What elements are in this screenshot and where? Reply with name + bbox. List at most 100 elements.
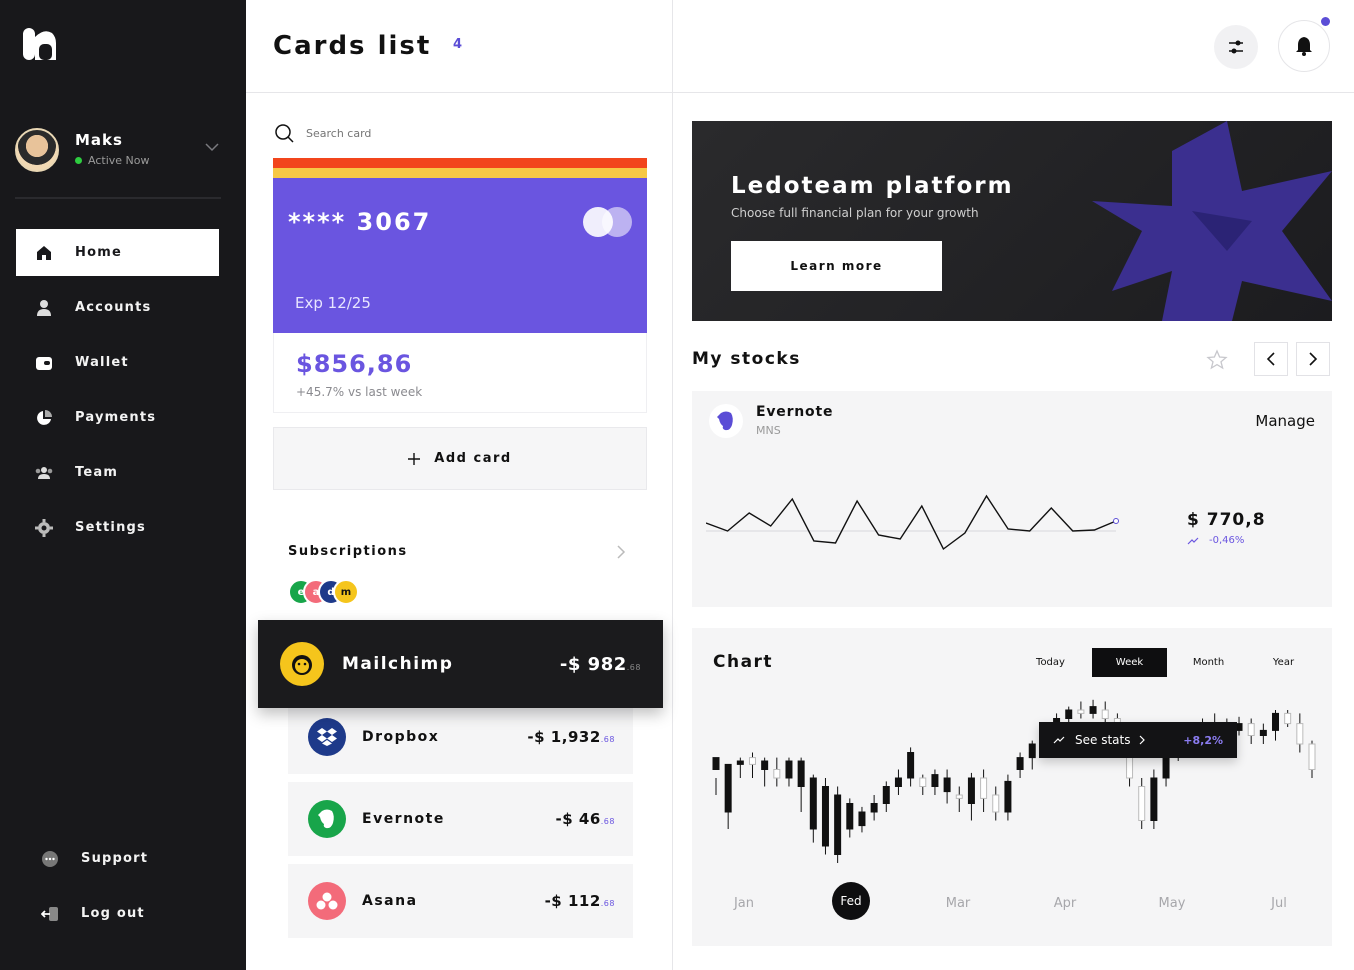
tab-week[interactable]: Week bbox=[1092, 648, 1167, 677]
chevron-down-icon[interactable] bbox=[205, 142, 219, 152]
candle bbox=[821, 778, 829, 855]
tooltip-value: +8,2% bbox=[1183, 733, 1223, 747]
next-button[interactable] bbox=[1296, 342, 1330, 376]
subscription-item-evernote[interactable]: Evernote -$ 46.68 bbox=[288, 782, 633, 856]
candle-body bbox=[736, 760, 744, 765]
subscription-price: -$ 982.68 bbox=[559, 653, 641, 675]
add-card-button[interactable]: Add card bbox=[273, 427, 647, 490]
bell-icon bbox=[1296, 37, 1312, 56]
user-name: Maks bbox=[75, 131, 123, 149]
candlestick-chart[interactable] bbox=[692, 683, 1332, 873]
tooltip-label: See stats bbox=[1075, 733, 1131, 747]
candle-body bbox=[1101, 709, 1109, 719]
bank-card[interactable]: **** 3067 Exp 12/25 bbox=[273, 178, 647, 333]
subscription-item-dropbox[interactable]: Dropbox -$ 1,932.68 bbox=[288, 700, 633, 774]
candle bbox=[919, 774, 927, 795]
candle-body bbox=[712, 757, 720, 770]
app-root: Maks Active Now Home Accounts Wallet Pay… bbox=[0, 0, 1354, 970]
nav-item-payments[interactable]: Payments bbox=[16, 394, 219, 441]
manage-link[interactable]: Manage bbox=[1255, 412, 1315, 430]
candle bbox=[1089, 699, 1097, 719]
candle bbox=[846, 798, 854, 838]
stock-company: Evernote bbox=[756, 404, 834, 420]
mailchimp-icon bbox=[280, 642, 324, 686]
candle-body bbox=[846, 803, 854, 830]
month-jul[interactable]: Jul bbox=[1271, 896, 1287, 911]
nav-item-wallet[interactable]: Wallet bbox=[16, 339, 219, 386]
gear-icon bbox=[34, 518, 54, 538]
stock-price: $ 770,8 bbox=[1187, 510, 1266, 530]
trend-icon bbox=[1187, 537, 1199, 544]
chevron-right-icon[interactable] bbox=[616, 545, 626, 559]
tab-year[interactable]: Year bbox=[1246, 648, 1321, 677]
stock-ticker: MNS bbox=[756, 424, 781, 437]
candle-body bbox=[1016, 757, 1024, 770]
subscriptions-title: Subscriptions bbox=[288, 544, 408, 559]
tab-today[interactable]: Today bbox=[1013, 648, 1088, 677]
logo-icon[interactable] bbox=[22, 27, 58, 61]
subscription-item-asana[interactable]: Asana -$ 112.68 bbox=[288, 864, 633, 938]
candle-body bbox=[1259, 729, 1267, 737]
nav-item-logout[interactable]: Log out bbox=[22, 891, 222, 936]
candle bbox=[858, 806, 866, 833]
plus-icon bbox=[408, 452, 421, 465]
subscription-item-mailchimp[interactable]: Mailchimp -$ 982.68 bbox=[258, 620, 663, 708]
avatar bbox=[15, 128, 59, 172]
candle-body bbox=[919, 777, 927, 787]
candle bbox=[992, 786, 1000, 821]
month-jan[interactable]: Jan bbox=[734, 896, 754, 911]
subscription-price: -$ 46.68 bbox=[555, 810, 615, 828]
month-apr[interactable]: Apr bbox=[1054, 896, 1077, 911]
candle bbox=[1272, 710, 1280, 741]
balance-change: +45.7% vs last week bbox=[296, 385, 423, 399]
filter-button[interactable] bbox=[1214, 25, 1258, 69]
nav-item-support[interactable]: Support bbox=[22, 836, 222, 881]
subscription-price: -$ 112.68 bbox=[544, 892, 615, 910]
month-mar[interactable]: Mar bbox=[946, 896, 971, 911]
candle bbox=[955, 786, 963, 812]
nav-item-accounts[interactable]: Accounts bbox=[16, 284, 219, 331]
user-profile[interactable]: Maks Active Now bbox=[15, 128, 221, 174]
candle bbox=[943, 769, 951, 804]
search-input[interactable] bbox=[306, 126, 606, 140]
candle bbox=[1004, 774, 1012, 821]
candle bbox=[1028, 740, 1036, 770]
candle bbox=[724, 763, 732, 829]
month-fed[interactable]: Fed bbox=[832, 882, 870, 920]
trend-up-icon bbox=[1053, 736, 1065, 744]
candle bbox=[1077, 701, 1085, 719]
nav-label: Team bbox=[75, 465, 119, 480]
stock-card[interactable]: Evernote MNS Manage $ 770,8 -0,46% bbox=[692, 391, 1332, 607]
tab-month[interactable]: Month bbox=[1171, 648, 1246, 677]
chart-title: Chart bbox=[713, 652, 774, 672]
home-icon bbox=[34, 243, 54, 263]
star-icon[interactable] bbox=[1206, 349, 1228, 371]
notifications-button[interactable] bbox=[1278, 20, 1330, 72]
candle bbox=[1259, 723, 1267, 744]
candle-body bbox=[809, 777, 817, 830]
nav-item-team[interactable]: Team bbox=[16, 449, 219, 496]
header-actions bbox=[673, 0, 1354, 93]
candle bbox=[1016, 752, 1024, 778]
candle bbox=[870, 795, 878, 821]
card-stack-red bbox=[273, 158, 647, 168]
card-brand-icon bbox=[583, 207, 633, 239]
nav-item-home[interactable]: Home bbox=[16, 229, 219, 276]
candle bbox=[882, 781, 890, 812]
team-icon bbox=[34, 463, 54, 483]
month-may[interactable]: May bbox=[1159, 896, 1186, 911]
candle bbox=[931, 769, 939, 795]
banner-subtitle: Choose full financial plan for your grow… bbox=[731, 206, 979, 220]
sparkline-end-point bbox=[1113, 518, 1119, 524]
candle-body bbox=[1065, 709, 1073, 719]
stats-tooltip[interactable]: See stats +8,2% bbox=[1039, 722, 1237, 758]
nav-label: Home bbox=[75, 245, 122, 260]
stock-sparkline bbox=[706, 494, 1119, 551]
learn-more-button[interactable]: Learn more bbox=[731, 241, 942, 291]
nav-item-settings[interactable]: Settings bbox=[16, 504, 219, 551]
online-dot-icon bbox=[75, 157, 82, 164]
prev-button[interactable] bbox=[1254, 342, 1288, 376]
notification-dot bbox=[1321, 17, 1330, 26]
status-text: Active Now bbox=[88, 154, 150, 167]
search-bar bbox=[274, 121, 634, 145]
